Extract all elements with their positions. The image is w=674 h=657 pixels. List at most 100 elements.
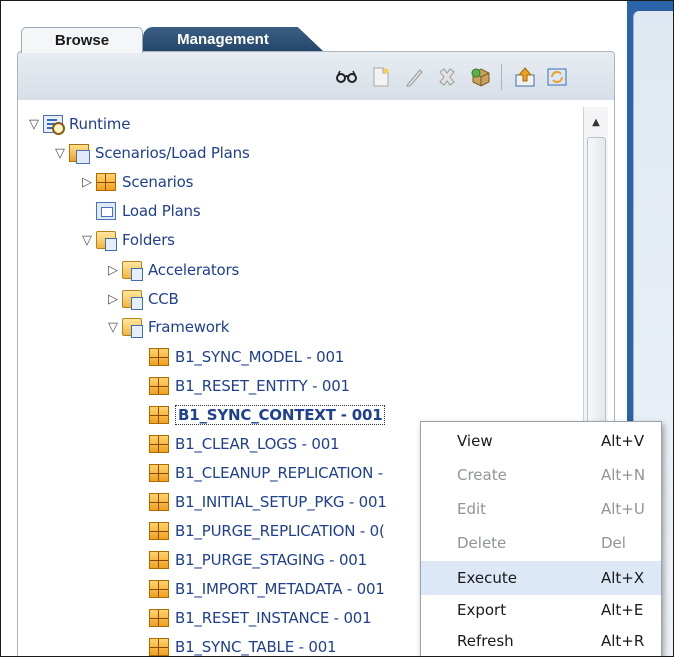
scenario-grid-icon [149, 493, 169, 511]
tree-node-scenario[interactable]: B1_PURGE_STAGING - 001 [149, 547, 367, 573]
context-menu: View Alt+V Create Alt+N Edit Alt+U Delet… [420, 421, 662, 656]
tree-node-label: B1_SYNC_CONTEXT - 001 [175, 405, 386, 425]
folder-icon [122, 290, 143, 310]
tree-node-scenario[interactable]: B1_CLEANUP_REPLICATION - [149, 460, 383, 486]
tree-node-scenario[interactable]: B1_RESET_INSTANCE - 001 [149, 605, 372, 631]
scenario-grid-icon [149, 377, 169, 395]
tree-node-scenario[interactable]: B1_IMPORT_METADATA - 001 [149, 576, 385, 602]
scroll-up-arrow-icon[interactable]: ▲ [584, 109, 608, 135]
menu-item-execute[interactable]: Execute Alt+X [421, 561, 661, 595]
pencil-icon[interactable] [404, 66, 426, 88]
tree-node-label: Load Plans [122, 202, 201, 220]
toolbar-separator [501, 64, 502, 90]
toolbar [17, 51, 615, 101]
menu-item-shortcut: Alt+V [601, 432, 645, 450]
tree-node-folders[interactable]: ▽ Folders [78, 227, 175, 253]
load-plan-icon [96, 202, 116, 220]
tree-node-scenario[interactable]: B1_CLEAR_LOGS - 001 [149, 431, 340, 457]
menu-item-refresh[interactable]: Refresh Alt+R [421, 624, 661, 656]
tree-node-label: Scenarios/Load Plans [95, 144, 250, 162]
tree-node-label: Framework [148, 318, 230, 336]
menu-item-shortcut: Del [601, 534, 626, 552]
tree-node-label: B1_CLEANUP_REPLICATION - [175, 464, 383, 482]
window-frame: Browse Management ▽ Runtime ▽ Scenarios/… [0, 0, 674, 657]
menu-item-label: Refresh [457, 632, 514, 650]
expand-triangle-icon[interactable]: ▷ [104, 263, 122, 278]
menu-item-delete[interactable]: Delete Del [421, 526, 661, 560]
tab-bar: Browse Management [15, 21, 627, 53]
upload-icon[interactable] [514, 66, 536, 88]
tree-node-label: B1_RESET_INSTANCE - 001 [175, 609, 372, 627]
menu-item-shortcut: Alt+E [601, 601, 644, 619]
tree-node-label: B1_CLEAR_LOGS - 001 [175, 435, 340, 453]
new-document-icon[interactable] [370, 66, 392, 88]
scenario-grid-icon [149, 406, 169, 424]
tree-node-label: B1_PURGE_REPLICATION - 0( [175, 522, 385, 540]
tree-node-label: B1_INITIAL_SETUP_PKG - 001 [175, 493, 387, 511]
menu-item-label: Export [457, 601, 507, 619]
tree-node-scenario[interactable]: B1_PURGE_REPLICATION - 0( [149, 518, 385, 544]
collapse-triangle-icon[interactable]: ▽ [25, 117, 43, 132]
menu-item-shortcut: Alt+X [601, 569, 645, 587]
folder-icon [122, 261, 143, 281]
tree-node-label: CCB [148, 290, 179, 308]
tree-node-scenario[interactable]: B1_SYNC_MODEL - 001 [149, 344, 344, 370]
tree-node-scenario[interactable]: B1_RESET_ENTITY - 001 [149, 373, 350, 399]
refresh-icon[interactable] [546, 66, 568, 88]
scenario-grid-icon [149, 435, 169, 453]
collapse-triangle-icon[interactable]: ▽ [78, 233, 96, 248]
collapse-triangle-icon[interactable]: ▽ [104, 320, 122, 335]
scenario-grid-icon [149, 348, 169, 366]
tree-node-scenarios[interactable]: ▷ Scenarios [78, 169, 193, 195]
menu-item-edit[interactable]: Edit Alt+U [421, 492, 661, 526]
tree-node-framework[interactable]: ▽ Framework [104, 314, 229, 340]
tab-management[interactable]: Management [143, 27, 323, 51]
scenario-grid-icon [149, 609, 169, 627]
expand-triangle-icon[interactable]: ▷ [104, 292, 122, 307]
tree-node-label: B1_IMPORT_METADATA - 001 [175, 580, 385, 598]
menu-item-label: Execute [457, 569, 517, 587]
folder-icon [96, 231, 117, 251]
tree-node-label: Folders [122, 231, 175, 249]
tree-node-scenario-selected[interactable]: B1_SYNC_CONTEXT - 001 [149, 402, 386, 428]
tree-node-label: Scenarios [122, 173, 194, 191]
menu-item-export[interactable]: Export Alt+E [421, 593, 661, 627]
scenario-grid-icon [149, 551, 169, 569]
tree-node-scenarios-load-plans[interactable]: ▽ Scenarios/Load Plans [51, 140, 250, 166]
menu-item-label: Delete [457, 534, 507, 552]
menu-item-label: Create [457, 466, 507, 484]
menu-item-shortcut: Alt+R [601, 632, 645, 650]
tree-node-label: Accelerators [148, 261, 240, 279]
tree-node-label: B1_SYNC_MODEL - 001 [175, 348, 345, 366]
package-icon[interactable] [470, 66, 492, 88]
menu-item-shortcut: Alt+U [601, 500, 645, 518]
scenarios-load-plans-icon [69, 144, 90, 164]
menu-item-shortcut: Alt+N [601, 466, 646, 484]
tree-node-ccb[interactable]: ▷ CCB [104, 286, 179, 312]
tree-node-scenario[interactable]: B1_SYNC_TABLE - 001 [149, 634, 337, 656]
tree-node-label: B1_RESET_ENTITY - 001 [175, 377, 350, 395]
scenario-grid-icon [149, 580, 169, 598]
runtime-icon [43, 115, 65, 135]
expand-triangle-icon[interactable]: ▷ [78, 175, 96, 190]
tree-node-runtime[interactable]: ▽ Runtime [25, 111, 130, 137]
menu-item-create[interactable]: Create Alt+N [421, 458, 661, 492]
menu-item-label: View [457, 432, 493, 450]
tree-node-load-plans[interactable]: Load Plans [78, 198, 201, 224]
tree-node-scenario[interactable]: B1_INITIAL_SETUP_PKG - 001 [149, 489, 387, 515]
collapse-triangle-icon[interactable]: ▽ [51, 146, 69, 161]
menu-item-label: Edit [457, 500, 487, 518]
tab-browse[interactable]: Browse [21, 27, 143, 53]
folder-icon [122, 318, 143, 338]
scenario-grid-icon [149, 522, 169, 540]
tree-node-label: B1_SYNC_TABLE - 001 [175, 638, 337, 656]
menu-item-view[interactable]: View Alt+V [421, 424, 661, 458]
glasses-icon[interactable] [336, 66, 358, 88]
tree-node-label: Runtime [69, 115, 131, 133]
scenario-grid-icon [149, 638, 169, 656]
tree-node-accelerators[interactable]: ▷ Accelerators [104, 257, 239, 283]
tree-node-label: B1_PURGE_STAGING - 001 [175, 551, 367, 569]
delete-x-icon[interactable] [436, 66, 458, 88]
scenario-grid-icon [96, 173, 116, 191]
scenario-grid-icon [149, 464, 169, 482]
